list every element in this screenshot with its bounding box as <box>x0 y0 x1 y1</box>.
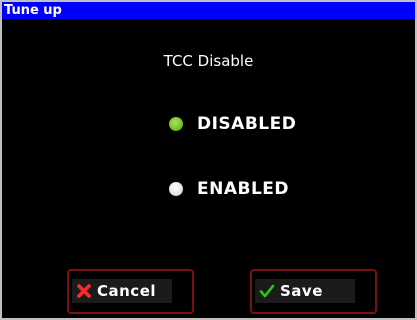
save-button-face: Save <box>255 279 355 303</box>
option-enabled-label: ENABLED <box>197 179 290 199</box>
title-bar: Tune up <box>2 2 415 19</box>
option-enabled[interactable]: ENABLED <box>169 177 289 201</box>
radio-unselected-icon[interactable] <box>169 182 183 196</box>
option-disabled[interactable]: DISABLED <box>169 112 296 136</box>
cancel-button[interactable]: Cancel <box>67 269 194 314</box>
cancel-button-face: Cancel <box>72 279 172 303</box>
radio-selected-icon[interactable] <box>169 117 183 131</box>
x-icon <box>77 284 91 298</box>
cancel-button-label: Cancel <box>97 282 157 300</box>
save-button[interactable]: Save <box>250 269 377 314</box>
window-title: Tune up <box>4 3 62 18</box>
setting-heading: TCC Disable <box>163 52 254 70</box>
tune-up-window: Tune up TCC Disable DISABLED ENABLED Can… <box>0 0 417 320</box>
checkmark-icon <box>259 284 275 298</box>
option-disabled-label: DISABLED <box>197 114 297 134</box>
save-button-label: Save <box>280 282 323 300</box>
